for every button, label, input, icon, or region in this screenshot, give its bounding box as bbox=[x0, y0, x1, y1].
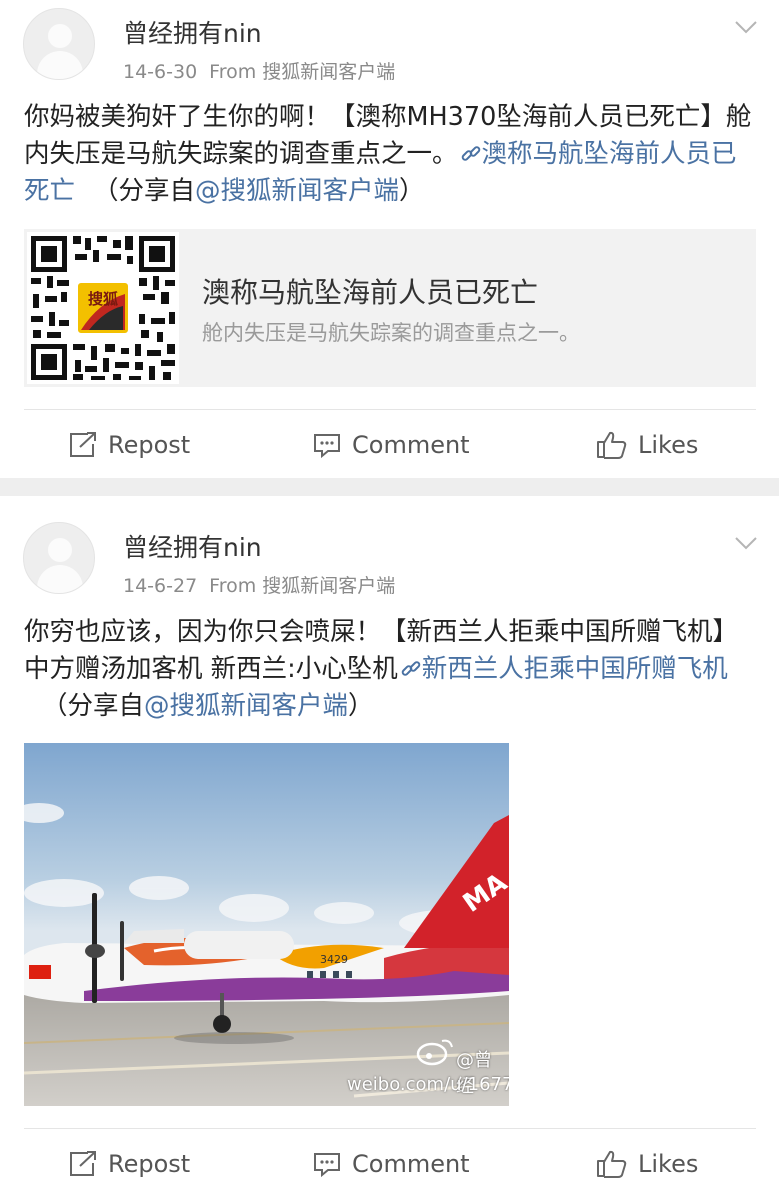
qr-logo-text: 搜狐 bbox=[88, 290, 118, 308]
post-text: 你妈被美狗奸了生你的啊！【澳称MH370坠海前人员已死亡】舱内失压是马航失踪案的… bbox=[24, 99, 759, 210]
comment-label: Comment bbox=[352, 1150, 470, 1178]
share-prefix: （分享自 bbox=[42, 691, 145, 721]
comment-icon bbox=[314, 434, 340, 459]
card-title: 澳称马航坠海前人员已死亡 bbox=[202, 276, 539, 309]
share-handle-link[interactable]: @搜狐新闻客户端 bbox=[195, 176, 399, 206]
link-icon bbox=[401, 661, 420, 676]
avatar[interactable] bbox=[23, 8, 95, 80]
repost-label: Repost bbox=[108, 431, 191, 459]
article-link[interactable]: 新西兰人拒乘中国所赠飞机 bbox=[422, 654, 728, 684]
repost-button[interactable]: Repost bbox=[68, 410, 190, 480]
link-icon bbox=[461, 146, 480, 161]
share-suffix: ） bbox=[399, 176, 425, 206]
chevron-down-icon[interactable] bbox=[734, 20, 758, 34]
comment-button[interactable]: Comment bbox=[312, 1129, 470, 1199]
share-prefix: （分享自 bbox=[93, 176, 196, 206]
comment-label: Comment bbox=[352, 431, 470, 459]
repost-icon bbox=[70, 1151, 96, 1176]
post-separator bbox=[0, 478, 779, 496]
qr-code-image: 搜狐 bbox=[27, 232, 179, 384]
post-meta: 14-6-30 From 搜狐新闻客户端 bbox=[123, 57, 395, 84]
chevron-down-icon[interactable] bbox=[734, 536, 758, 550]
watermark-url: weibo.com/u/1677 bbox=[347, 1074, 509, 1095]
thumbs-up-icon bbox=[597, 1150, 627, 1178]
post-source: From 搜狐新闻客户端 bbox=[209, 575, 396, 597]
comment-icon bbox=[314, 1153, 340, 1178]
thumbs-up-icon bbox=[597, 431, 627, 459]
card-subtitle: 舱内失压是马航失踪案的调查重点之一。 bbox=[202, 321, 580, 345]
likes-label: Likes bbox=[638, 431, 699, 459]
article-card[interactable]: 搜狐 澳称马航坠海前人员已死亡 舱内失压是马航失踪案的调查重点之一。 bbox=[24, 229, 756, 387]
post-photo-airplane[interactable]: 3429 MA @曾经 weibo.com/u/1677 bbox=[24, 743, 509, 1106]
action-bar: Repost Comment Likes bbox=[0, 410, 779, 480]
comment-button[interactable]: Comment bbox=[312, 410, 470, 480]
repost-button[interactable]: Repost bbox=[68, 1129, 190, 1199]
likes-label: Likes bbox=[638, 1150, 699, 1178]
share-handle-link[interactable]: @搜狐新闻客户端 bbox=[144, 691, 348, 721]
avatar[interactable] bbox=[23, 522, 95, 594]
likes-button[interactable]: Likes bbox=[596, 1129, 698, 1199]
post-meta: 14-6-27 From 搜狐新闻客户端 bbox=[123, 571, 395, 598]
repost-icon bbox=[70, 432, 96, 457]
likes-button[interactable]: Likes bbox=[596, 410, 698, 480]
post-2: 曾经拥有nin 14-6-27 From 搜狐新闻客户端 你穷也应该，因为你只会喷… bbox=[0, 496, 779, 1200]
author-name[interactable]: 曾经拥有nin bbox=[123, 528, 262, 564]
author-name[interactable]: 曾经拥有nin bbox=[123, 14, 262, 50]
repost-label: Repost bbox=[108, 1150, 191, 1178]
post-date: 14-6-30 bbox=[123, 61, 198, 83]
post-source: From 搜狐新闻客户端 bbox=[209, 61, 396, 83]
post-date: 14-6-27 bbox=[123, 575, 198, 597]
action-bar: Repost Comment Likes bbox=[0, 1129, 779, 1199]
share-suffix: ） bbox=[348, 691, 374, 721]
post-text: 你穷也应该，因为你只会喷屎！【新西兰人拒乘中国所赠飞机】中方赠汤加客机 新西兰:… bbox=[24, 614, 759, 725]
post-1: 曾经拥有nin 14-6-30 From 搜狐新闻客户端 你妈被美狗奸了生你的啊！… bbox=[0, 0, 779, 478]
aircraft-registration: 3429 bbox=[320, 953, 348, 966]
